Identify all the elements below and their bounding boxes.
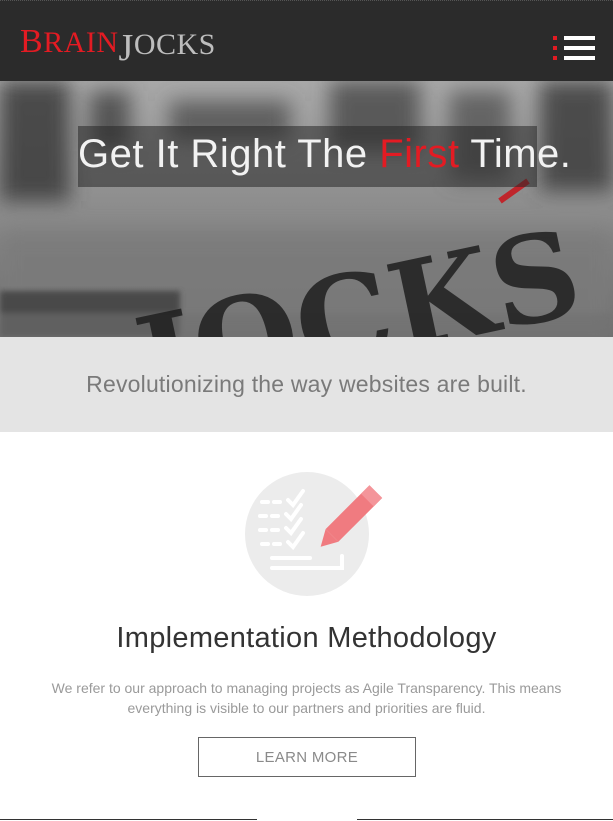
tagline-band: Revolutionizing the way websites are bui… (0, 337, 613, 432)
hero-title: Get It Right The First Time. (78, 128, 571, 180)
section-description: We refer to our approach to managing pro… (51, 680, 562, 716)
hero-banner: JOCKS Get It Right The First Time. (0, 81, 613, 337)
menu-dot (553, 36, 557, 40)
hero-title-accent: First (379, 132, 460, 176)
section-title: Implementation Methodology (116, 622, 497, 654)
menu-bar (564, 56, 595, 60)
menu-dot (553, 56, 557, 60)
learn-more-button[interactable]: LEARN MORE (198, 737, 416, 777)
hero-title-after: Time. (459, 132, 572, 176)
hero-background-image: JOCKS (0, 81, 613, 337)
menu-dot (553, 46, 557, 50)
site-header: BRAIN JOCKS (0, 0, 613, 81)
tagline-text: Revolutionizing the way websites are bui… (86, 371, 527, 397)
methodology-section: Implementation Methodology We refer to o… (0, 432, 613, 821)
brainjocks-logo[interactable]: BRAIN JOCKS (20, 25, 216, 69)
menu-bar (564, 36, 595, 40)
logo-brain-text: BRAIN (20, 23, 119, 60)
menu-bar (564, 46, 595, 50)
hero-title-before: Get It Right The (78, 132, 380, 176)
logo-jocks-text: JOCKS (118, 27, 216, 69)
hamburger-menu-icon[interactable] (553, 34, 595, 62)
checklist-pencil-icon (245, 472, 383, 596)
